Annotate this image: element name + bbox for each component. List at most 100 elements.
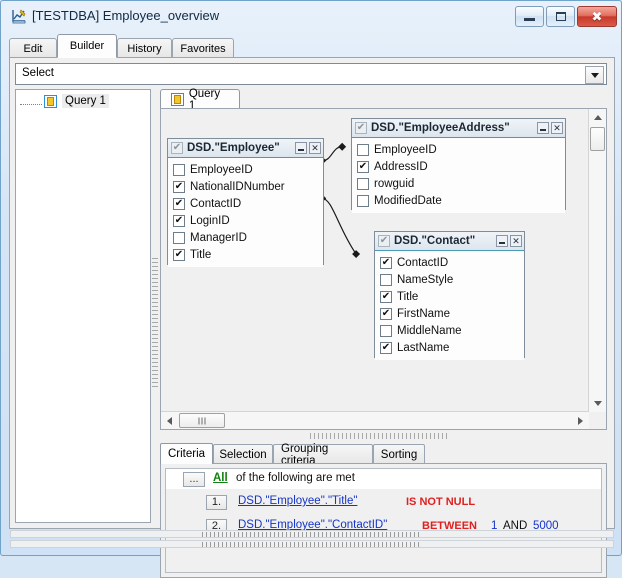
vertical-splitter[interactable]: [152, 258, 158, 388]
table-select-all-checkbox[interactable]: [171, 142, 183, 154]
table-header-employeeaddress[interactable]: DSD."EmployeeAddress" ✕: [352, 119, 565, 138]
minimize-button[interactable]: [515, 6, 544, 27]
table-minimize-button[interactable]: [295, 142, 307, 154]
bottom-splitter-lower[interactable]: [10, 540, 614, 548]
tab-builder[interactable]: Builder: [57, 34, 117, 58]
minimize-icon: [524, 18, 535, 21]
table-minimize-button[interactable]: [537, 122, 549, 134]
diagram-canvas-container: DSD."Employee" ✕ EmployeeID NationalIDNu…: [160, 108, 607, 430]
splitter-grip: [202, 542, 422, 547]
field-checkbox[interactable]: [173, 163, 185, 176]
table-box-employee[interactable]: DSD."Employee" ✕ EmployeeID NationalIDNu…: [167, 138, 324, 267]
query-tab-query-1[interactable]: Query 1: [160, 88, 240, 112]
field-checkbox[interactable]: [357, 194, 369, 207]
criteria-options-button[interactable]: ...: [183, 472, 205, 487]
table-close-button[interactable]: ✕: [510, 235, 522, 247]
tab-sorting[interactable]: Sorting: [373, 444, 425, 464]
field-label: Title: [190, 248, 212, 261]
table-box-contact[interactable]: DSD."Contact" ✕ ContactID NameStyle Titl…: [374, 231, 525, 360]
statement-type-combo[interactable]: Select: [15, 63, 607, 85]
criteria-quantifier-link[interactable]: All: [213, 472, 228, 484]
field-row[interactable]: ModifiedDate: [355, 192, 562, 209]
field-row[interactable]: rowguid: [355, 175, 562, 192]
table-select-all-checkbox[interactable]: [355, 122, 367, 134]
field-label: LastName: [397, 341, 450, 354]
tab-selection[interactable]: Selection: [213, 444, 273, 464]
tab-history-label: History: [127, 42, 162, 55]
criteria-field-link[interactable]: DSD."Employee"."Title": [238, 495, 357, 507]
scroll-right-button[interactable]: [572, 412, 589, 429]
application-window: [TESTDBA] Employee_overview ✖ Edit Build…: [0, 0, 622, 578]
field-checkbox[interactable]: [380, 256, 392, 269]
field-checkbox[interactable]: [380, 341, 392, 354]
close-icon: ✖: [591, 9, 603, 24]
tab-selection-label: Selection: [219, 448, 267, 461]
bottom-splitter-upper[interactable]: [10, 530, 614, 538]
tree-item-query-1[interactable]: Query 1: [20, 93, 109, 109]
query-tree-panel[interactable]: Query 1: [15, 89, 151, 523]
canvas-criteria-splitter[interactable]: [310, 433, 450, 439]
field-checkbox[interactable]: [380, 324, 392, 337]
query-tab-strip: Query 1: [160, 88, 607, 112]
field-row[interactable]: FirstName: [378, 305, 521, 322]
field-checkbox[interactable]: [357, 143, 369, 156]
field-row[interactable]: LoginID: [171, 212, 320, 229]
builder-client-area: Select Query 1 Query 1 ✔ DSD."Employee" …: [9, 57, 615, 578]
field-label: FirstName: [397, 307, 451, 320]
field-checkbox[interactable]: [357, 177, 369, 190]
scroll-down-button[interactable]: [589, 395, 606, 412]
tab-grouping-criteria[interactable]: Grouping criteria: [273, 443, 373, 467]
field-checkbox[interactable]: [173, 180, 185, 193]
criteria-row[interactable]: 1. DSD."Employee"."Title" IS NOT NULL: [166, 493, 601, 513]
restore-button[interactable]: [546, 6, 575, 27]
statement-type-dropdown-button[interactable]: [585, 66, 604, 84]
scroll-left-button[interactable]: [161, 412, 178, 429]
table-header-employee[interactable]: DSD."Employee" ✕: [168, 139, 323, 158]
criteria-row-number[interactable]: 1.: [206, 495, 227, 510]
canvas-vertical-scrollbar[interactable]: [588, 109, 606, 412]
diagram-canvas[interactable]: DSD."Employee" ✕ EmployeeID NationalIDNu…: [161, 109, 589, 412]
criteria-list[interactable]: ... All of the following are met 1. DSD.…: [165, 468, 602, 573]
tab-edit[interactable]: Edit: [9, 38, 57, 58]
field-row[interactable]: MiddleName: [378, 322, 521, 339]
table-close-button[interactable]: ✕: [551, 122, 563, 134]
field-checkbox[interactable]: [173, 214, 185, 227]
field-label: ContactID: [190, 197, 242, 210]
field-checkbox[interactable]: [173, 197, 185, 210]
field-row[interactable]: NameStyle: [378, 271, 521, 288]
field-row[interactable]: ManagerID: [171, 229, 320, 246]
table-title: DSD."Employee": [187, 142, 280, 154]
vertical-scroll-thumb[interactable]: [590, 127, 605, 151]
field-row[interactable]: NationalIDNumber: [171, 178, 320, 195]
field-row[interactable]: EmployeeID: [355, 141, 562, 158]
close-button[interactable]: ✖: [577, 6, 617, 27]
horizontal-scroll-thumb[interactable]: [179, 413, 225, 428]
scroll-up-button[interactable]: [589, 109, 606, 126]
table-minimize-button[interactable]: [496, 235, 508, 247]
table-header-contact[interactable]: DSD."Contact" ✕: [375, 232, 524, 251]
field-checkbox[interactable]: [380, 307, 392, 320]
canvas-horizontal-scrollbar[interactable]: [161, 411, 589, 429]
field-row[interactable]: ContactID: [378, 254, 521, 271]
window-title: [TESTDBA] Employee_overview: [32, 8, 220, 23]
field-checkbox[interactable]: [380, 273, 392, 286]
field-row[interactable]: AddressID: [355, 158, 562, 175]
table-close-button[interactable]: ✕: [309, 142, 321, 154]
tab-criteria[interactable]: Criteria: [160, 443, 213, 464]
field-row[interactable]: ContactID: [171, 195, 320, 212]
field-checkbox[interactable]: [380, 290, 392, 303]
criteria-operator[interactable]: IS NOT NULL: [406, 496, 475, 508]
scroll-thumb-grip: [198, 417, 206, 424]
field-checkbox[interactable]: [173, 248, 185, 261]
table-select-all-checkbox[interactable]: [378, 235, 390, 247]
field-row[interactable]: EmployeeID: [171, 161, 320, 178]
field-checkbox[interactable]: [173, 231, 185, 244]
field-row[interactable]: Title: [171, 246, 320, 263]
field-label: EmployeeID: [190, 163, 253, 176]
field-row[interactable]: LastName: [378, 339, 521, 356]
field-row[interactable]: Title: [378, 288, 521, 305]
table-box-employeeaddress[interactable]: DSD."EmployeeAddress" ✕ EmployeeID Addre…: [351, 118, 566, 213]
tab-history[interactable]: History: [117, 38, 172, 58]
tab-favorites[interactable]: Favorites: [172, 38, 234, 58]
field-checkbox[interactable]: [357, 160, 369, 173]
